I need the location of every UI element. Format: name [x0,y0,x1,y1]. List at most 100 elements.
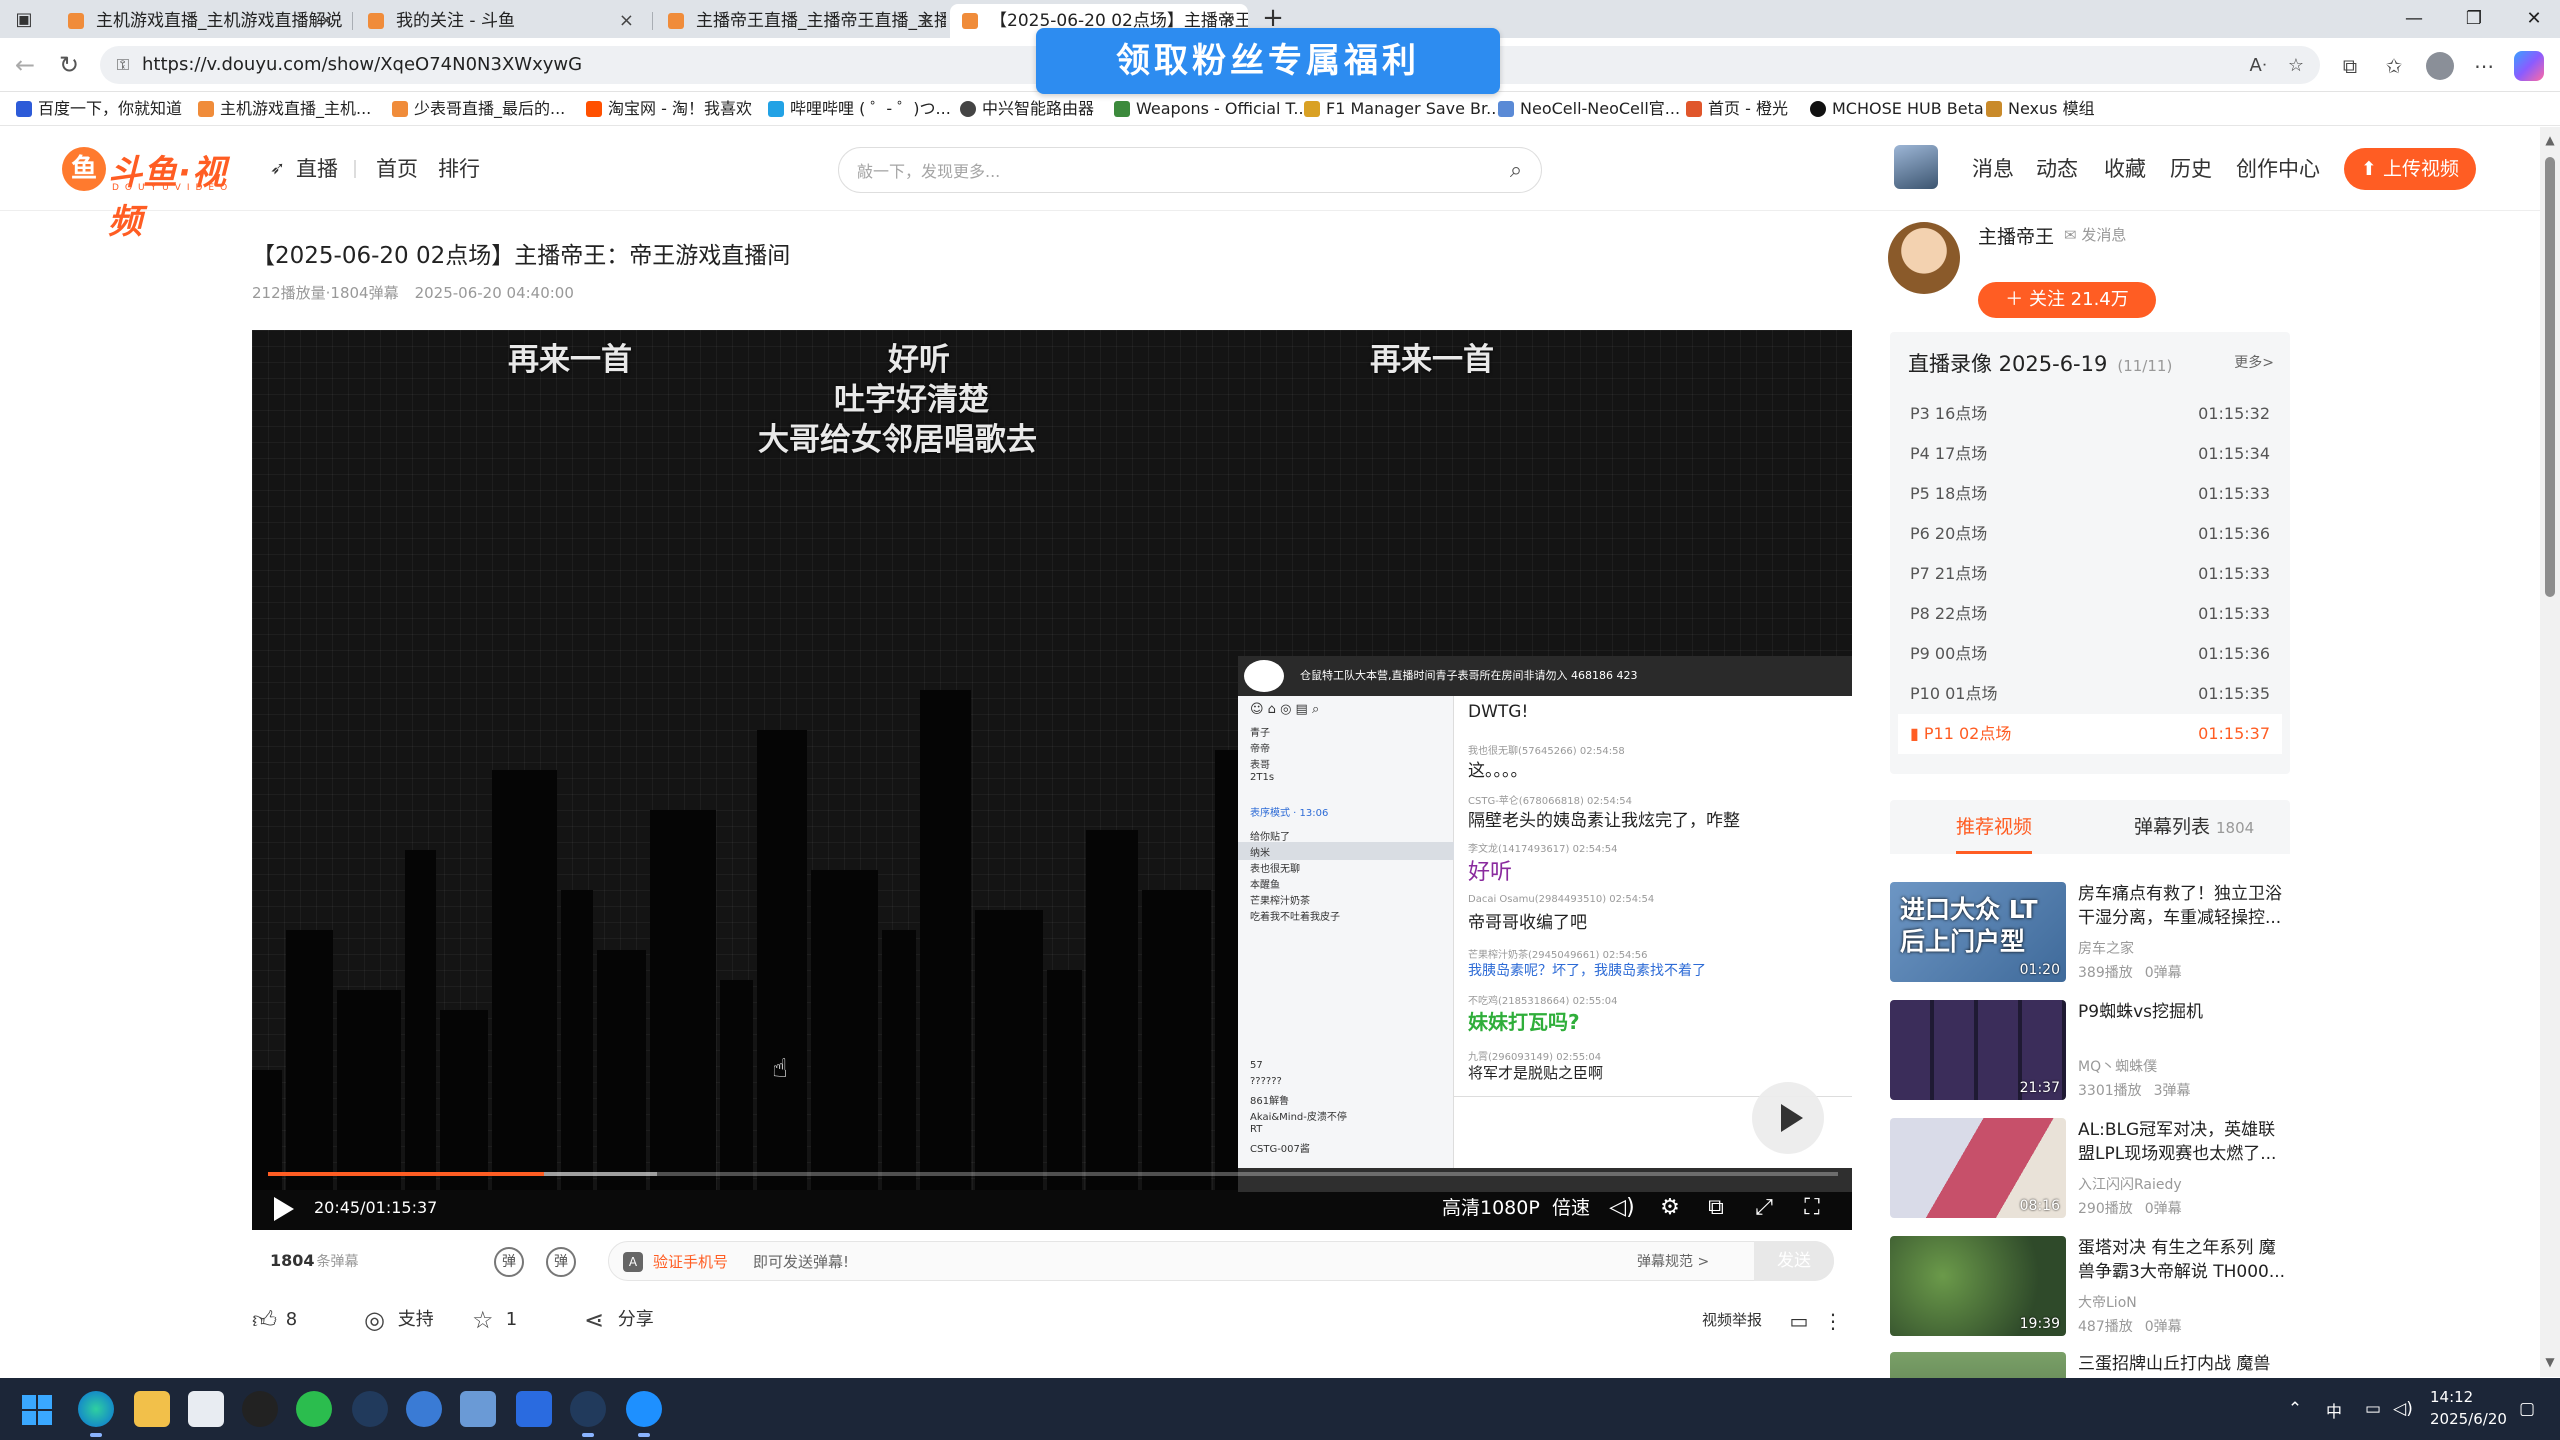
bookmark-item[interactable]: 首页 - 橙光 [1684,92,1788,126]
big-play-button[interactable] [1752,1082,1824,1154]
danmaku-rules-link[interactable]: 弹幕规范 > [1637,1242,1709,1282]
store-icon[interactable] [188,1391,224,1427]
bookmark-item[interactable]: Nexus 模组 [1984,92,2095,126]
recommended-video[interactable]: 进口大众 LT后上门户型 01:20 房车痛点有救了！独立卫浴干湿分离，车重减轻… [1890,882,2290,986]
app-icon[interactable] [406,1391,442,1427]
bookmark-item[interactable]: 淘宝网 - 淘！我喜欢 [584,92,752,126]
browser-tab[interactable]: 主播帝王直播_主播帝王直播_主播 × [656,4,946,38]
video-player[interactable]: 再来一首 好听 吐字好清楚 大哥给女邻居唱歌去 再来一首 仓鼠特工队大本营,直播… [252,330,1852,1230]
follow-button[interactable]: ＋ 关注 21.4万 [1978,282,2156,318]
verify-phone-link[interactable]: 验证手机号 [653,1242,728,1282]
bookmark-item[interactable]: 中兴智能路由器 [958,92,1094,126]
support-button[interactable]: ◎ 支持 [364,1296,434,1344]
playlist-item[interactable]: P10 01点场 01:15:35 [1898,674,2282,714]
search-input[interactable] [857,156,1457,186]
restore-button[interactable]: ❐ [2454,4,2494,34]
bookmark-item[interactable]: 少表哥直播_最后的... [390,92,565,126]
speed-select[interactable]: 倍速 [1552,1186,1590,1230]
bookmark-item[interactable]: Weapons - Official T... [1112,92,1309,126]
volume-icon[interactable]: ◁) [1608,1194,1636,1222]
file-explorer-icon[interactable] [134,1391,170,1427]
favorite-button[interactable]: ☆ 1 [472,1296,517,1344]
header-link-history[interactable]: 历史 [2170,151,2212,187]
recommended-video[interactable]: 三蛋招牌山丘打内战 魔兽 [1890,1352,2290,1378]
url-text[interactable]: https://v.douyu.com/show/XqeO74N0N3XWxyw… [142,46,582,84]
favorites-icon[interactable]: ✩ [2380,52,2408,80]
bookmark-item[interactable]: 哔哩哔哩 ( ゜- ゜)つ... [766,92,951,126]
close-tab-icon[interactable]: × [319,4,334,38]
playlist-more-link[interactable]: 更多> [2234,352,2274,372]
danmaku-settings-icon[interactable]: 弹 [546,1247,576,1277]
steam-icon[interactable] [570,1391,606,1427]
tray-chevron-icon[interactable]: ⌃ [2284,1398,2306,1420]
bookmark-item[interactable]: 百度一下，你就知道 [14,92,182,126]
play-icon[interactable] [270,1196,294,1221]
browser-tab[interactable]: 主机游戏直播_主机游戏直播解说 × [56,4,346,38]
fan-benefit-banner[interactable]: 领取粉丝专属福利 [1036,28,1500,94]
extensions-icon[interactable]: ⧉ [2336,52,2364,80]
upload-video-button[interactable]: ⬆ 上传视频 [2344,148,2476,190]
header-link-creator[interactable]: 创作中心 [2236,151,2320,187]
wechat-icon[interactable] [296,1391,332,1427]
danmaku-input[interactable]: A 验证手机号 即可发送弹幕! 弹幕规范 > 发送 [608,1241,1834,1281]
volume-tray-icon[interactable]: ◁) [2392,1398,2414,1420]
windows-start-icon[interactable] [22,1395,52,1425]
read-aloud-icon[interactable]: Aᐧ [2246,54,2270,78]
danmaku-toggle-icon[interactable]: 弹 [494,1247,524,1277]
playlist-item[interactable]: P9 00点场 01:15:36 [1898,634,2282,674]
edge-browser-icon[interactable] [78,1391,114,1427]
web-fullscreen-icon[interactable]: ⤢ [1750,1194,1778,1222]
bookmark-item[interactable]: MCHOSE HUB Beta [1808,92,1984,126]
header-link-favorites[interactable]: 收藏 [2104,151,2146,187]
send-danmaku-button[interactable]: 发送 [1754,1241,1834,1281]
favorite-star-icon[interactable]: ☆ [2284,54,2308,78]
more-options-icon[interactable]: ⋮ [1820,1308,1846,1334]
report-video-link[interactable]: 视频举报 [1702,1296,1762,1344]
playlist-item[interactable]: P6 20点场 01:15:36 [1898,514,2282,554]
playlist-item-current[interactable]: ▮ P11 02点场 01:15:37 [1898,714,2282,754]
recommended-video[interactable]: 19:39 蛋塔对决 有生之年系列 魔兽争霸3大帝解说 TH000... 大帝L… [1890,1236,2290,1340]
network-icon[interactable]: ▭ [2362,1398,2384,1420]
qq-icon[interactable] [242,1391,278,1427]
app-icon[interactable] [516,1391,552,1427]
minimize-button[interactable]: — [2394,4,2434,34]
bookmark-item[interactable]: F1 Manager Save Br... [1302,92,1501,126]
header-link-messages[interactable]: 消息 [1972,151,2014,187]
scrollbar-thumb[interactable] [2545,157,2555,597]
page-scrollbar[interactable]: ▲ ▼ [2540,127,2560,1377]
scroll-down-icon[interactable]: ▼ [2543,1355,2557,1369]
user-avatar[interactable] [1894,145,1938,189]
tab-recommended[interactable]: 推荐视频 [1956,800,2033,854]
send-message-link[interactable]: ✉ 发消息 [2064,224,2126,245]
streamer-avatar[interactable] [1888,222,1960,294]
app-icon[interactable] [626,1391,662,1427]
browser-tab[interactable]: 我的关注 - 斗鱼 × [356,4,646,38]
app-icon[interactable] [460,1391,496,1427]
steam-icon[interactable] [352,1391,388,1427]
picture-in-picture-icon[interactable]: ⧉ [1702,1194,1730,1222]
close-tab-icon[interactable]: × [619,4,634,38]
fullscreen-icon[interactable]: ⛶ [1798,1194,1826,1222]
progress-bar[interactable] [268,1172,1838,1176]
search-icon[interactable]: ⌕ [1503,158,1529,184]
clock-date[interactable]: 2025/6/20 [2430,1410,2507,1428]
header-link-feed[interactable]: 动态 [2036,151,2078,187]
playlist-item[interactable]: P4 17点场 01:15:34 [1898,434,2282,474]
tab-actions-icon[interactable]: ▣ [10,5,38,33]
recommended-video[interactable]: 21:37 P9蜘蛛vs挖掘机 MQ丶蜘蛛僕 3301播放 3弹幕 [1890,1000,2290,1104]
settings-gear-icon[interactable]: ⚙ [1656,1194,1684,1222]
back-arrow-icon[interactable]: ← [10,50,40,80]
profile-icon[interactable] [2426,52,2454,80]
bookmark-item[interactable]: 主机游戏直播_主机... [196,92,371,126]
nav-home[interactable]: 首页 [376,151,418,187]
recommended-video[interactable]: 08:16 AL:BLG冠军对决，英雄联盟LPL现场观赛也太燃了... 入江闪闪… [1890,1118,2290,1222]
site-info-icon[interactable]: ⚿ [112,54,134,76]
copilot-icon[interactable] [2514,51,2544,81]
playlist-item[interactable]: P8 22点场 01:15:33 [1898,594,2282,634]
refresh-icon[interactable]: ↻ [54,50,84,80]
nav-ranking[interactable]: 排行 [438,151,480,187]
playlist-item[interactable]: P3 16点场 01:15:32 [1898,394,2282,434]
streamer-name[interactable]: 主播帝王 [1978,222,2054,249]
more-menu-icon[interactable]: ⋯ [2470,52,2498,80]
playlist-item[interactable]: P7 21点场 01:15:33 [1898,554,2282,594]
